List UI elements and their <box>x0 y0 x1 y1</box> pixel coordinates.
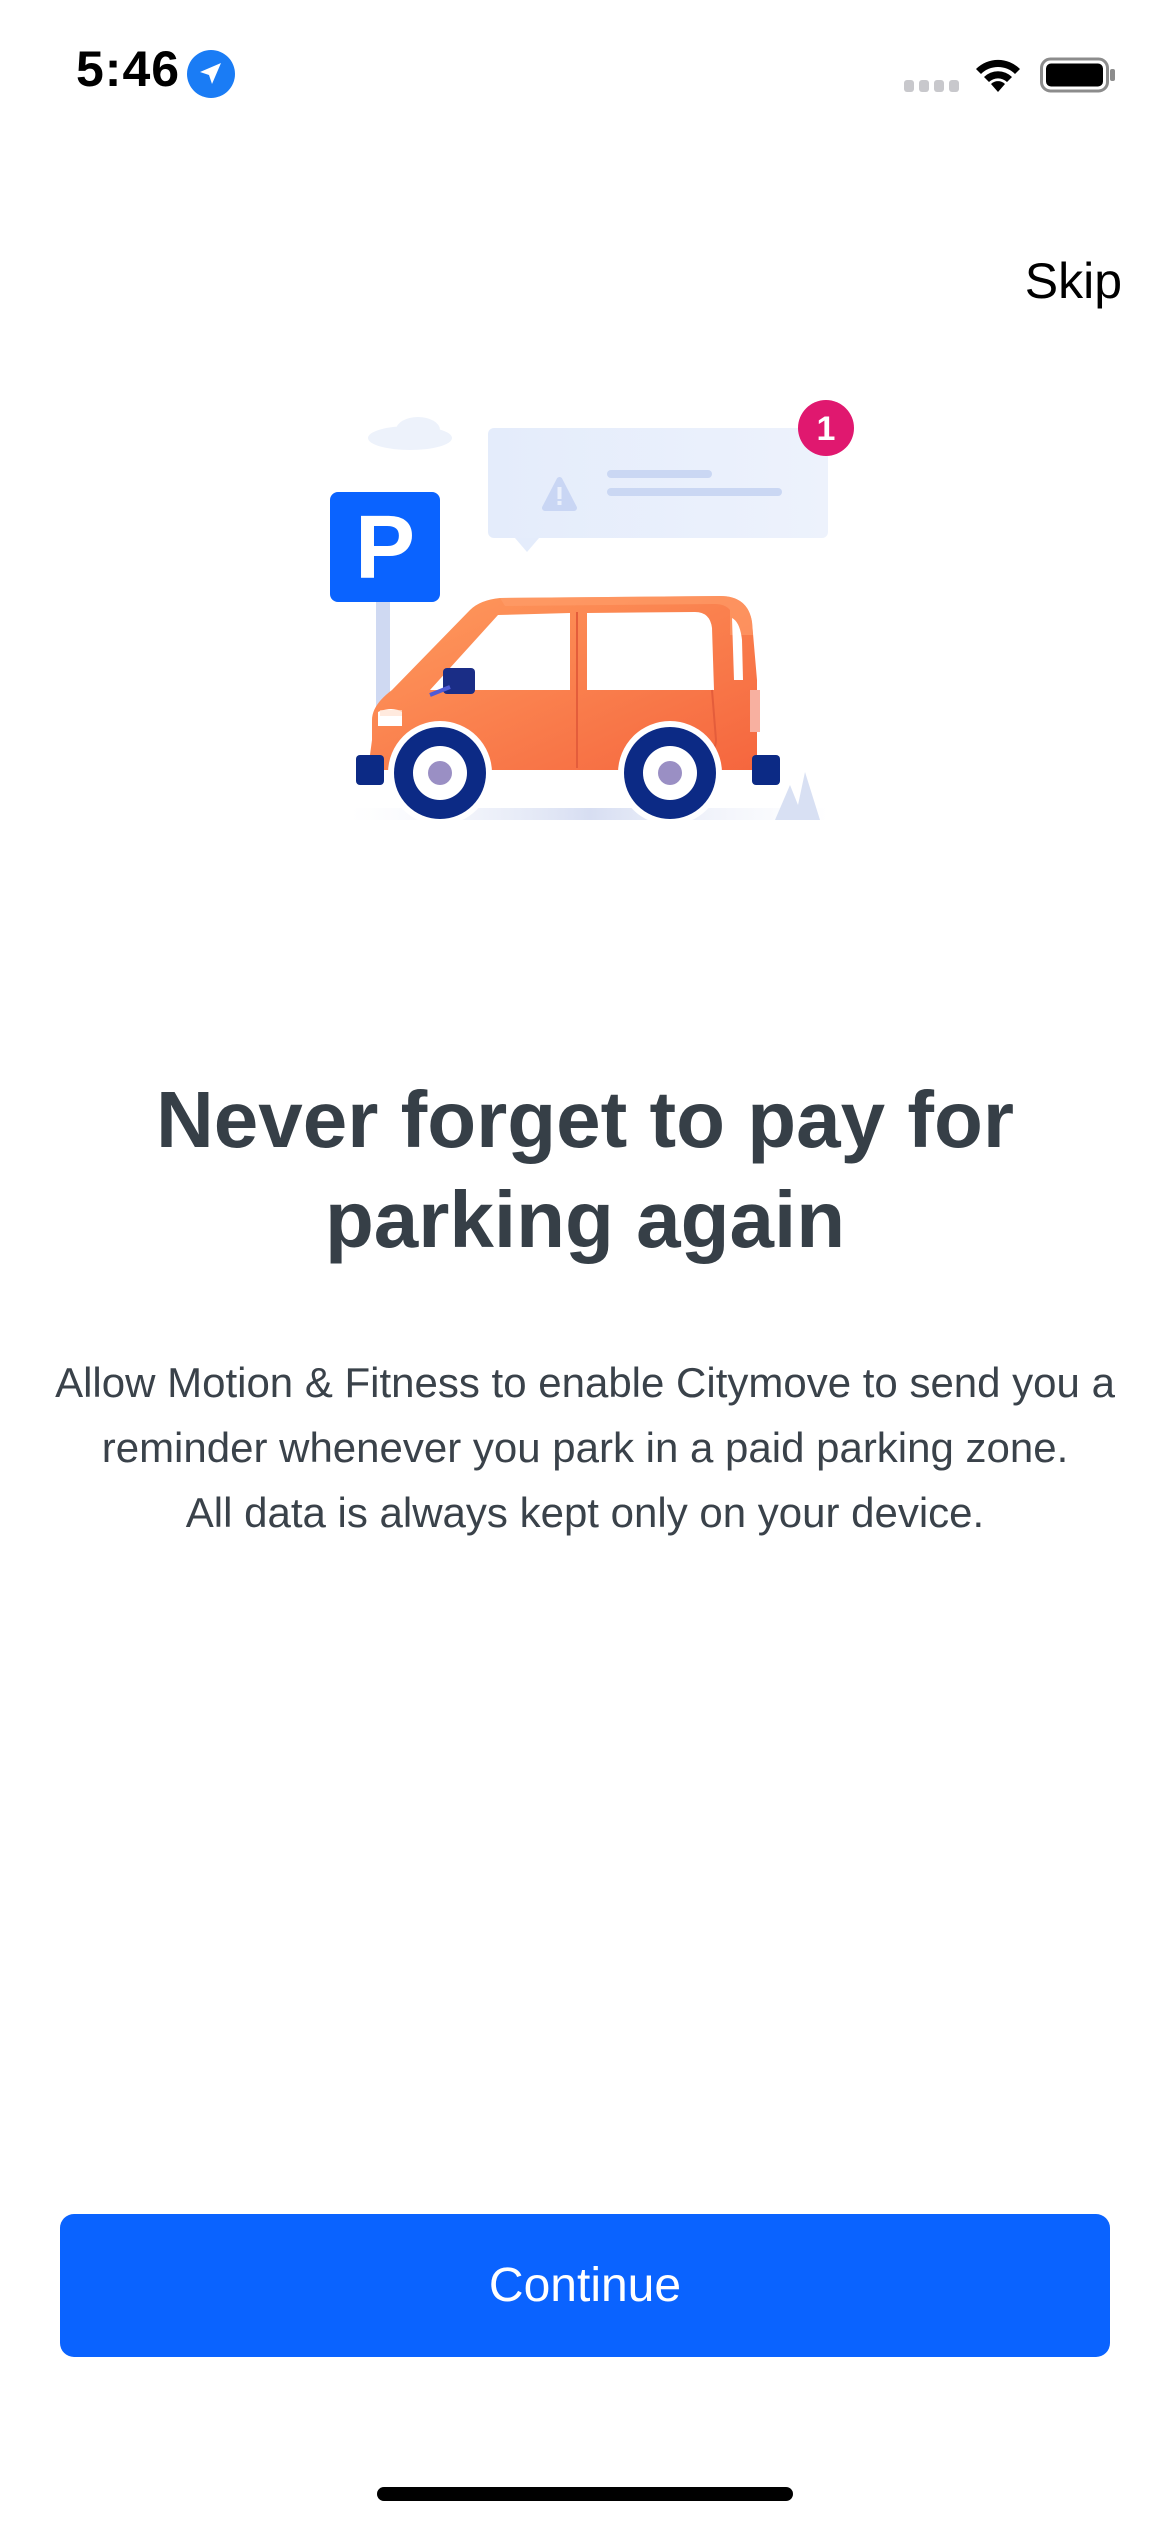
status-bar: 5:46 <box>0 0 1170 150</box>
description-line: Allow Motion & Fitness to enable Citymov… <box>55 1359 1115 1471</box>
skip-button[interactable]: Skip <box>1025 252 1122 310</box>
notification-bubble <box>488 428 828 552</box>
wifi-icon <box>976 59 1020 92</box>
continue-button[interactable]: Continue <box>60 2214 1110 2357</box>
car-icon <box>356 596 780 825</box>
status-time: 5:46 <box>76 41 181 97</box>
cloud-icon <box>368 417 452 450</box>
cellular-signal-icon <box>904 80 959 92</box>
page-title: Never forget to pay for parking again <box>156 1075 1014 1264</box>
description-line: All data is always kept only on your dev… <box>185 1489 985 1536</box>
parking-sign-icon: P <box>330 492 440 602</box>
description-text: Allow Motion & Fitness to enable Citymov… <box>50 1350 1120 1545</box>
parking-sign-letter: P <box>355 498 415 598</box>
notification-badge-count: 1 <box>817 410 836 448</box>
notification-badge-icon: 1 <box>798 400 854 456</box>
location-arrow-icon <box>187 50 235 98</box>
battery-icon <box>1040 57 1115 93</box>
parking-illustration: 1 P <box>330 400 854 825</box>
home-indicator[interactable] <box>377 2487 793 2501</box>
